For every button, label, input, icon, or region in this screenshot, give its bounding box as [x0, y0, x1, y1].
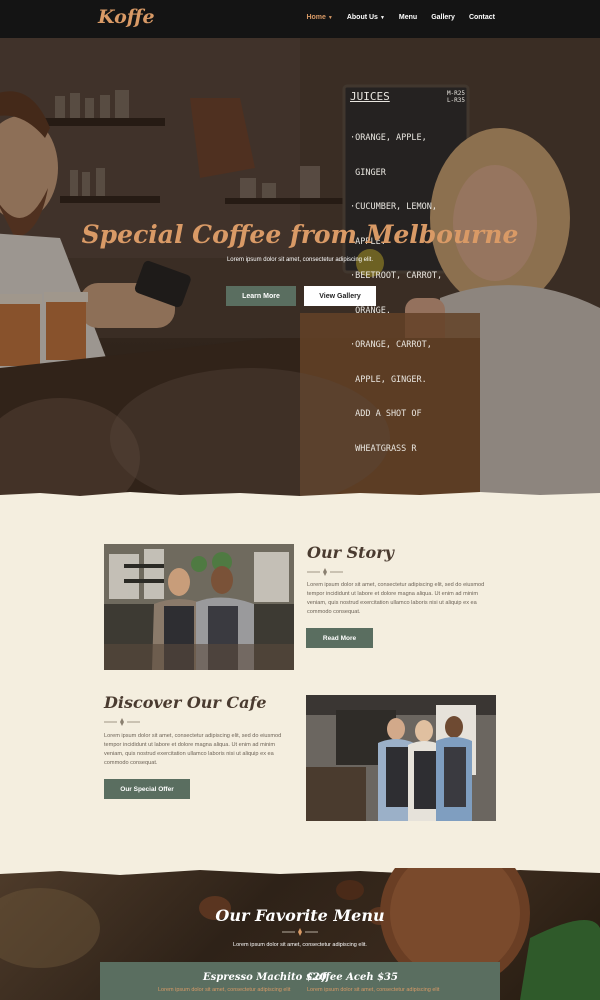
- leaf-divider-icon: [104, 718, 140, 726]
- nav-item-about[interactable]: About Us ▼: [347, 14, 385, 21]
- juice-board-line: ·ORANGE, APPLE,: [350, 133, 427, 143]
- special-offer-button[interactable]: Our Special Offer: [104, 779, 190, 799]
- juice-board-line: ADD A SHOT OF: [350, 409, 422, 419]
- menu-card: Espresso Machito $20 Lorem ipsum dolor s…: [100, 962, 500, 1000]
- discover-text-line: Lorem ipsum dolor sit amet, consectetur …: [104, 733, 282, 739]
- story-title: Our Story: [307, 543, 394, 562]
- view-gallery-button[interactable]: View Gallery: [304, 286, 376, 306]
- nav-item-label: Home: [306, 14, 326, 21]
- story-text-line: tempor incididunt ut labore et dolore ma…: [307, 591, 479, 597]
- nav-item-home[interactable]: Home ▼: [306, 14, 332, 21]
- leaf-divider-icon: [307, 568, 343, 576]
- juice-board-line: ORANGE.: [350, 305, 391, 316]
- discover-text-line: veniam, quis nostrud exercitation ullamc…: [104, 751, 274, 757]
- read-more-button[interactable]: Read More: [306, 628, 373, 648]
- juice-board: JUICES M-R25 L-R35 ·ORANGE, APPLE, GINGE…: [350, 90, 465, 478]
- chevron-down-icon: ▼: [327, 15, 333, 21]
- nav-item-contact[interactable]: Contact: [469, 14, 495, 21]
- discover-text-line: commodo consequat.: [104, 760, 158, 766]
- juice-board-heading: JUICES: [350, 90, 390, 103]
- story-text-line: Lorem ipsum dolor sit amet, consectetur …: [307, 582, 485, 588]
- menu-subtitle: Lorem ipsum dolor sit amet, consectetur …: [233, 942, 367, 948]
- baristas-photo: [104, 544, 294, 670]
- nav-item-label: About Us: [346, 14, 378, 21]
- site-header: Koffe Home ▼ About Us ▼ Menu Gallery Conta…: [0, 0, 600, 38]
- discover-title: Discover Our Cafe: [104, 693, 267, 712]
- main-nav: Home ▼ About Us ▼ Menu Gallery Contact: [292, 14, 495, 21]
- learn-more-button[interactable]: Learn More: [226, 286, 296, 306]
- hero-subtitle: Lorem ipsum dolor sit amet, consectetur …: [226, 257, 374, 263]
- hero-section: JUICES M-R25 L-R35 ·ORANGE, APPLE, GINGE…: [0, 38, 600, 498]
- juice-board-line: WHEATGRASS R: [350, 443, 417, 454]
- story-text-line: commodo consequat.: [307, 609, 361, 615]
- cafe-staff-photo: [306, 695, 496, 821]
- hero-title: Special Coffee from Melbourne: [81, 220, 519, 249]
- story-text: Lorem ipsum dolor sit amet, consectetur …: [307, 581, 497, 617]
- juice-board-line: ·ORANGE, CARROT,: [350, 340, 432, 350]
- juice-board-price: M-R25: [446, 90, 465, 97]
- juice-board-line: ·BEETROOT, CARROT,: [350, 271, 443, 281]
- site-logo[interactable]: Koffe: [98, 6, 155, 28]
- nav-item-menu[interactable]: Menu: [399, 14, 417, 21]
- leaf-divider-icon: [282, 928, 318, 936]
- menu-item-name: Coffee Aceh $35: [307, 972, 398, 983]
- menu-title: Our Favorite Menu: [215, 906, 385, 925]
- menu-item-desc: Lorem ipsum dolor sit amet, consectetur …: [158, 987, 291, 993]
- juice-board-line: APPLE, GINGER.: [350, 374, 427, 385]
- chevron-down-icon: ▼: [379, 15, 385, 21]
- juice-board-line: ·CUCUMBER, LEMON,: [350, 202, 437, 212]
- torn-edge-divider: [0, 492, 600, 501]
- nav-item-gallery[interactable]: Gallery: [431, 14, 455, 21]
- juice-board-line: GINGER: [350, 167, 386, 178]
- story-text-line: veniam, quis nostrud exercitation ullamc…: [307, 600, 477, 606]
- menu-item-desc: Lorem ipsum dolor sit amet, consectetur …: [307, 987, 440, 993]
- hero-overlay: [0, 38, 600, 498]
- discover-text: Lorem ipsum dolor sit amet, consectetur …: [104, 732, 294, 768]
- discover-text-line: tempor incididunt ut labore et dolore ma…: [104, 742, 276, 748]
- juice-board-price: L-R35: [446, 97, 465, 104]
